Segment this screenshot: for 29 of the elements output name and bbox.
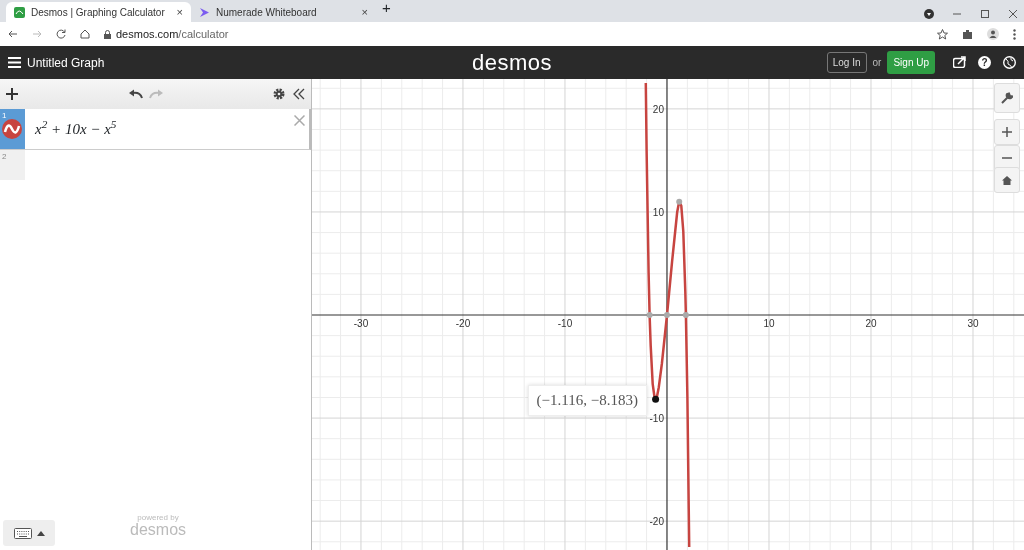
tick-label: 20 (865, 318, 877, 329)
tick-label: -20 (649, 516, 664, 528)
tick-label: -10 (557, 318, 573, 329)
math-expression[interactable]: x$^{2}$ + 10x − x$^{5}$ (35, 117, 117, 141)
tick-label: 10 (652, 206, 664, 218)
new-tab-button[interactable]: + (382, 0, 391, 19)
browser-tab[interactable]: Numerade Whiteboard × (191, 2, 376, 22)
tab-title: Desmos | Graphing Calculator (31, 5, 165, 20)
tick-label: -10 (649, 413, 664, 425)
powered-by-text: powered by (136, 514, 180, 522)
login-button[interactable]: Log In (826, 52, 867, 73)
point-coordinate-label: (−1.116, −8.183) (527, 385, 647, 416)
tick-label: -30 (353, 318, 369, 329)
tick-label: 30 (967, 318, 979, 329)
tick-label: 10 (763, 318, 775, 329)
close-tab-icon[interactable]: × (176, 3, 183, 21)
url-text[interactable]: desmos.com/calculator (116, 25, 229, 43)
tab-title: Numerade Whiteboard (216, 5, 317, 20)
graph-title[interactable]: Untitled Graph (27, 53, 105, 72)
tick-label: -20 (455, 318, 471, 329)
desmos-logo: desmos (472, 49, 552, 77)
tick-label: 20 (652, 103, 664, 115)
desmos-wordmark: desmos (130, 522, 187, 538)
expression-index: 2 (2, 152, 7, 161)
browser-tab[interactable]: Desmos | Graphing Calculator × (6, 2, 191, 22)
expression-index: 1 (2, 111, 7, 120)
close-tab-icon[interactable]: × (361, 3, 368, 21)
or-text: or (872, 56, 882, 70)
help-icon[interactable]: ? (978, 56, 991, 69)
